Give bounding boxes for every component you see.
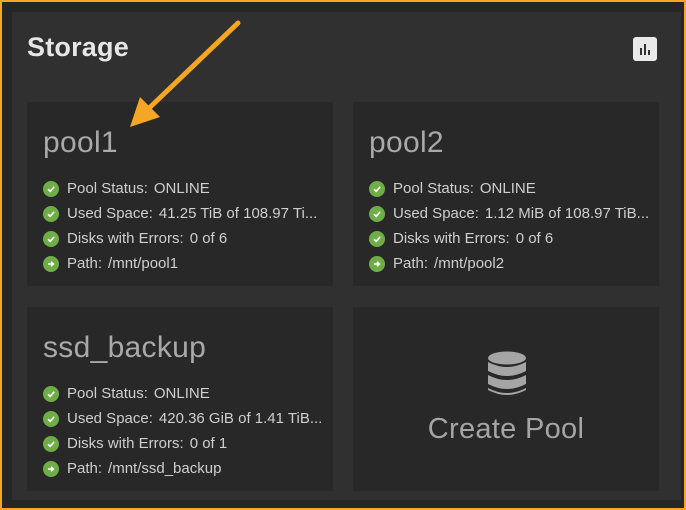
row-label: Path: [67,255,103,272]
row-value: 1.12 MiB of 108.97 TiB... [484,205,650,222]
bar-chart-button[interactable] [633,37,657,61]
path-row: Path: /mnt/ssd_backup [43,456,322,481]
create-pool-label: Create Pool [427,413,585,445]
row-label: Disks with Errors: [67,230,184,247]
row-label: Path: [67,460,103,477]
row-label: Pool Status: [67,180,148,197]
pool-status-row: Pool Status: ONLINE [43,176,317,201]
database-icon [488,351,526,395]
pool-status-row: Pool Status: ONLINE [369,176,649,201]
row-value: ONLINE [479,180,536,197]
row-label: Used Space: [67,410,153,427]
pool-card-pool1[interactable]: pool1 Pool Status: ONLINE Used Space: 41… [27,102,333,286]
storage-widget: Storage pool1 Pool Status: ONLINE Used S… [12,12,681,500]
row-value: /mnt/pool2 [434,255,505,272]
row-value: /mnt/ssd_backup [108,460,222,477]
pool-card-pool2[interactable]: pool2 Pool Status: ONLINE Used Space: 1.… [353,102,659,286]
row-value: 41.25 TiB of 108.97 Ti... [158,205,318,222]
row-value: 0 of 6 [189,230,228,247]
row-label: Used Space: [393,205,479,222]
path-row: Path: /mnt/pool2 [369,251,649,276]
create-pool-button[interactable]: Create Pool [353,307,659,491]
row-label: Disks with Errors: [393,230,510,247]
pool-name: pool2 [369,126,444,159]
row-value: 0 of 1 [189,435,228,452]
check-circle-icon [369,180,385,197]
check-circle-icon [369,230,385,247]
check-circle-icon [43,435,59,452]
check-circle-icon [369,205,385,222]
arrow-right-circle-icon [43,255,59,272]
highlight-frame: Storage pool1 Pool Status: ONLINE Used S… [0,0,686,510]
row-value: /mnt/pool1 [108,255,179,272]
row-label: Pool Status: [67,385,148,402]
used-space-row: Used Space: 420.36 GiB of 1.41 TiB... [43,406,322,431]
pool-card-ssd-backup[interactable]: ssd_backup Pool Status: ONLINE Used Spac… [27,307,333,491]
bar-chart-icon [640,44,650,55]
row-label: Path: [393,255,429,272]
arrow-right-circle-icon [43,460,59,477]
row-value: ONLINE [153,385,210,402]
row-label: Used Space: [67,205,153,222]
check-circle-icon [43,205,59,222]
pool-name: ssd_backup [43,331,207,364]
check-circle-icon [43,410,59,427]
arrow-right-circle-icon [369,255,385,272]
row-label: Disks with Errors: [67,435,184,452]
disk-errors-row: Disks with Errors: 0 of 6 [369,226,649,251]
row-label: Pool Status: [393,180,474,197]
row-value: ONLINE [153,180,210,197]
path-row: Path: /mnt/pool1 [43,251,317,276]
check-circle-icon [43,385,59,402]
widget-title: Storage [27,32,129,62]
row-value: 420.36 GiB of 1.41 TiB... [158,410,323,427]
check-circle-icon [43,180,59,197]
row-value: 0 of 6 [515,230,554,247]
check-circle-icon [43,230,59,247]
disk-errors-row: Disks with Errors: 0 of 1 [43,431,322,456]
pool-name: pool1 [43,126,118,159]
pool-status-row: Pool Status: ONLINE [43,381,322,406]
used-space-row: Used Space: 1.12 MiB of 108.97 TiB... [369,201,649,226]
used-space-row: Used Space: 41.25 TiB of 108.97 Ti... [43,201,317,226]
disk-errors-row: Disks with Errors: 0 of 6 [43,226,317,251]
